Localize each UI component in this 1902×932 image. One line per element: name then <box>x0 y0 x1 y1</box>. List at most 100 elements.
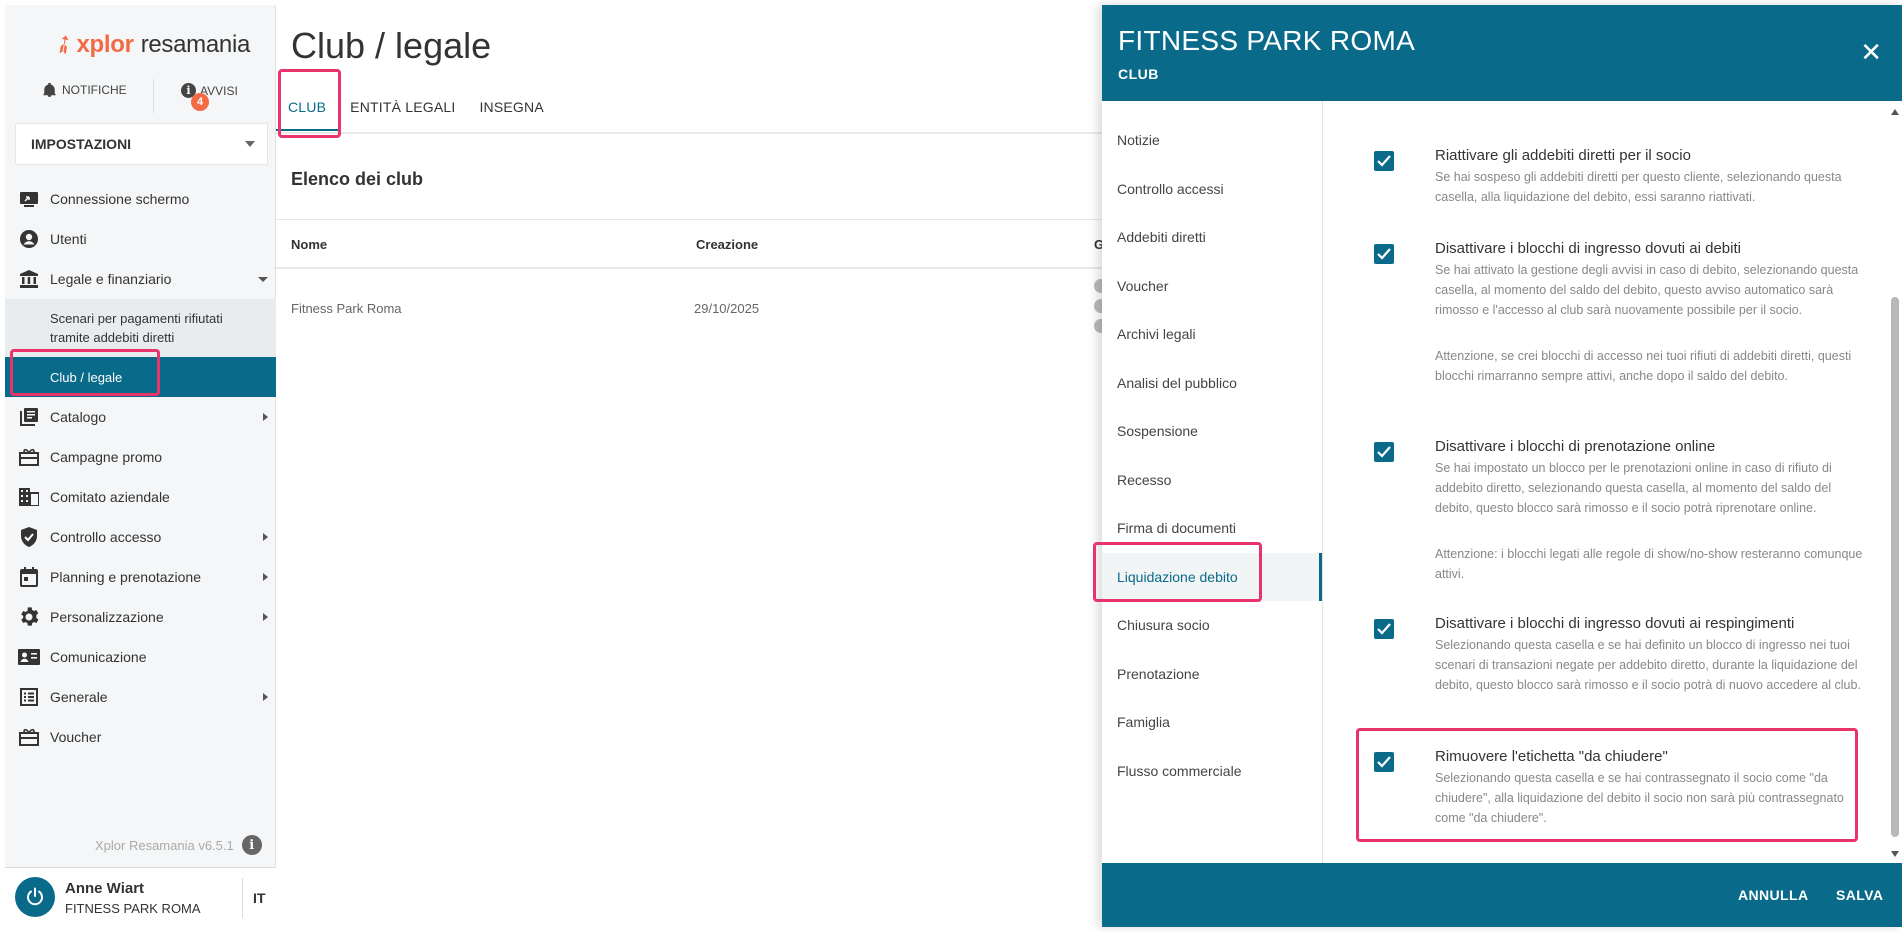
option-title: Disattivare i blocchi di ingresso dovuti… <box>1435 240 1741 257</box>
panel-nav-notizie[interactable]: Notizie <box>1102 116 1322 165</box>
option-title: Disattivare i blocchi di ingresso dovuti… <box>1435 615 1795 632</box>
sidebar-subitem-scenari[interactable]: Scenari per pagamenti rifiutati tramite … <box>5 299 276 357</box>
scroll-down-icon[interactable] <box>1891 851 1899 857</box>
chevron-right-icon <box>263 573 268 581</box>
table-row[interactable]: Fitness Park Roma 29/10/2025 <box>276 287 1102 331</box>
sidebar-item-comitato-aziendale[interactable]: Comitato aziendale <box>5 477 276 517</box>
panel-nav-chiusura-socio[interactable]: Chiusura socio <box>1102 601 1322 650</box>
panel-nav-famiglia[interactable]: Famiglia <box>1102 698 1322 747</box>
logo-brand: xplor <box>76 30 134 58</box>
panel-footer: ANNULLA SALVA <box>1102 863 1902 927</box>
panel-nav-analisi-del-pubblico[interactable]: Analisi del pubblico <box>1102 359 1322 408</box>
chevron-right-icon <box>263 693 268 701</box>
divider <box>153 79 154 113</box>
gear-icon <box>18 607 40 627</box>
panel-nav-archivi-legali[interactable]: Archivi legali <box>1102 310 1322 359</box>
chevron-down-icon <box>258 277 268 282</box>
sidebar-item-utenti[interactable]: Utenti <box>5 219 276 259</box>
panel-nav-controllo-accessi[interactable]: Controllo accessi <box>1102 165 1322 214</box>
caret-down-icon <box>245 141 255 147</box>
alerts-button[interactable]: i AVVISI <box>181 83 238 98</box>
option-checkbox[interactable] <box>1374 619 1394 639</box>
panel-nav-flusso-commerciale[interactable]: Flusso commerciale <box>1102 747 1322 796</box>
language-selector[interactable]: IT <box>253 890 265 906</box>
panel-nav-prenotazione[interactable]: Prenotazione <box>1102 650 1322 699</box>
bank-icon <box>18 269 40 289</box>
option-title: Disattivare i blocchi di prenotazione on… <box>1435 438 1716 455</box>
option-title: Rimuovere l'etichetta "da chiudere" <box>1435 748 1668 765</box>
sidebar-subitem-label: Club / legale <box>50 369 123 385</box>
option-title: Riattivare gli addebiti diretti per il s… <box>1435 147 1691 164</box>
panel-header: FITNESS PARK ROMA CLUB ✕ <box>1102 5 1902 101</box>
version-label: Xplor Resamania v6.5.1 <box>95 837 234 853</box>
sidebar-item-comunicazione[interactable]: Comunicazione <box>5 637 276 677</box>
user-icon <box>18 229 40 249</box>
user-name: Anne Wiart <box>65 880 145 897</box>
tab-insegna[interactable]: INSEGNA <box>467 89 555 131</box>
option-checkbox[interactable] <box>1374 244 1394 264</box>
option-checkbox[interactable] <box>1374 752 1394 772</box>
sidebar-item-personalizzazione[interactable]: Personalizzazione <box>5 597 276 637</box>
sidebar-item-label: Controllo accesso <box>50 529 162 545</box>
panel-title: FITNESS PARK ROMA <box>1118 25 1416 56</box>
panel-nav-recesso[interactable]: Recesso <box>1102 456 1322 505</box>
option-checkbox[interactable] <box>1374 151 1394 171</box>
sidebar-subitem-label: Scenari per pagamenti rifiutati tramite … <box>50 311 223 345</box>
club-created-cell: 29/10/2025 <box>694 301 760 316</box>
scroll-up-icon[interactable] <box>1891 109 1899 115</box>
sidebar-item-planning-e-prenotazione[interactable]: Planning e prenotazione <box>5 557 276 597</box>
option-description: Selezionando questa casella e se hai con… <box>1435 771 1844 825</box>
logout-button[interactable] <box>15 877 55 917</box>
app-logo[interactable]: ➶ xplor resamania <box>46 26 250 63</box>
sidebar-item-controllo-accesso[interactable]: Controllo accesso <box>5 517 276 557</box>
panel-nav-addebiti-diretti[interactable]: Addebiti diretti <box>1102 213 1322 262</box>
user-bar: Anne Wiart FITNESS PARK ROMA IT <box>5 867 276 927</box>
option-note: Attenzione, se crei blocchi di accesso n… <box>1435 349 1852 383</box>
tab-entita-legali[interactable]: ENTITÀ LEGALI <box>338 89 467 131</box>
column-header-creazione[interactable]: Creazione <box>696 237 758 252</box>
sidebar-item-label: Comitato aziendale <box>50 489 170 505</box>
check-icon <box>1377 248 1391 260</box>
user-club: FITNESS PARK ROMA <box>65 901 201 916</box>
sidebar-item-legale-e-finanziario[interactable]: Legale e finanziario <box>5 259 276 299</box>
sidebar-item-generale[interactable]: Generale <box>5 677 276 717</box>
settings-dropdown[interactable]: IMPOSTAZIONI <box>15 123 268 165</box>
tab-club[interactable]: CLUB <box>276 89 339 131</box>
sidebar-item-label: Generale <box>50 689 108 705</box>
alerts-count-badge: 4 <box>191 93 209 111</box>
column-header-nome[interactable]: Nome <box>291 237 327 252</box>
panel-nav-firma-di-documenti[interactable]: Firma di documenti <box>1102 504 1322 553</box>
sidebar-item-label: Planning e prenotazione <box>50 569 202 585</box>
sidebar-item-campagne-promo[interactable]: Campagne promo <box>5 437 276 477</box>
save-button[interactable]: SALVA <box>1836 887 1883 903</box>
sidebar-subitem-club-legale[interactable]: Club / legale <box>5 357 276 397</box>
sidebar-item-label: Connessione schermo <box>50 191 190 207</box>
info-icon[interactable]: i <box>241 835 262 855</box>
app-version: Xplor Resamania v6.5.1 i <box>95 835 262 855</box>
scroll-thumb[interactable] <box>1891 297 1899 837</box>
building-icon <box>18 487 40 507</box>
sidebar-item-label: Voucher <box>50 729 102 745</box>
panel-nav-voucher[interactable]: Voucher <box>1102 262 1322 311</box>
sidebar-item-label: Utenti <box>50 231 87 247</box>
sidebar-item-catalogo[interactable]: Catalogo <box>5 397 276 437</box>
close-icon[interactable]: ✕ <box>1860 39 1882 65</box>
notifications-button[interactable]: NOTIFICHE <box>43 83 127 97</box>
panel-nav-sospensione[interactable]: Sospensione <box>1102 407 1322 456</box>
panel-subtitle: CLUB <box>1118 66 1159 82</box>
option-checkbox[interactable] <box>1374 442 1394 462</box>
calendar-icon <box>18 567 40 587</box>
list-icon <box>18 687 40 707</box>
chevron-right-icon <box>263 613 268 621</box>
contact-card-icon <box>18 647 40 667</box>
check-icon <box>1377 446 1391 458</box>
settings-dropdown-value: IMPOSTAZIONI <box>31 136 132 152</box>
cancel-button[interactable]: ANNULLA <box>1738 887 1808 903</box>
sidebar-item-voucher[interactable]: Voucher <box>5 717 276 757</box>
panel-nav-liquidazione-debito[interactable]: Liquidazione debito <box>1102 552 1322 601</box>
check-icon <box>1377 756 1391 768</box>
panel-scrollbar[interactable] <box>1888 105 1902 863</box>
club-name-cell: Fitness Park Roma <box>291 301 402 316</box>
sidebar-item-connessione-schermo[interactable]: Connessione schermo <box>5 179 276 219</box>
